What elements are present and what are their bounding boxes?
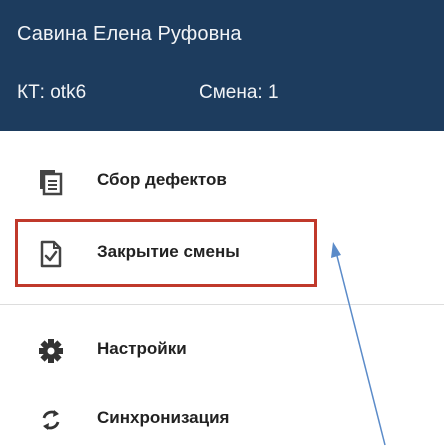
highlight-frame <box>15 219 317 287</box>
drawer-header: Савина Елена Руфовна КТ: otk6 Смена: 1 <box>0 0 444 131</box>
menu-item-label: Настройки <box>97 339 187 358</box>
menu-item-sync[interactable]: Синхронизация <box>0 391 444 447</box>
menu-item-defects[interactable]: Сбор дефектов <box>0 153 444 209</box>
menu-item-label: Сбор дефектов <box>97 170 227 189</box>
sync-icon <box>38 406 64 434</box>
kt-label: КТ: otk6 <box>17 82 87 103</box>
user-name: Савина Елена Руфовна <box>17 23 242 45</box>
menu-item-label: Синхронизация <box>97 408 230 427</box>
gear-icon <box>38 337 64 365</box>
menu-divider <box>0 304 444 305</box>
menu-item-settings[interactable]: Настройки <box>0 322 444 378</box>
copy-document-icon <box>38 168 64 196</box>
shift-label: Смена: 1 <box>199 82 279 103</box>
